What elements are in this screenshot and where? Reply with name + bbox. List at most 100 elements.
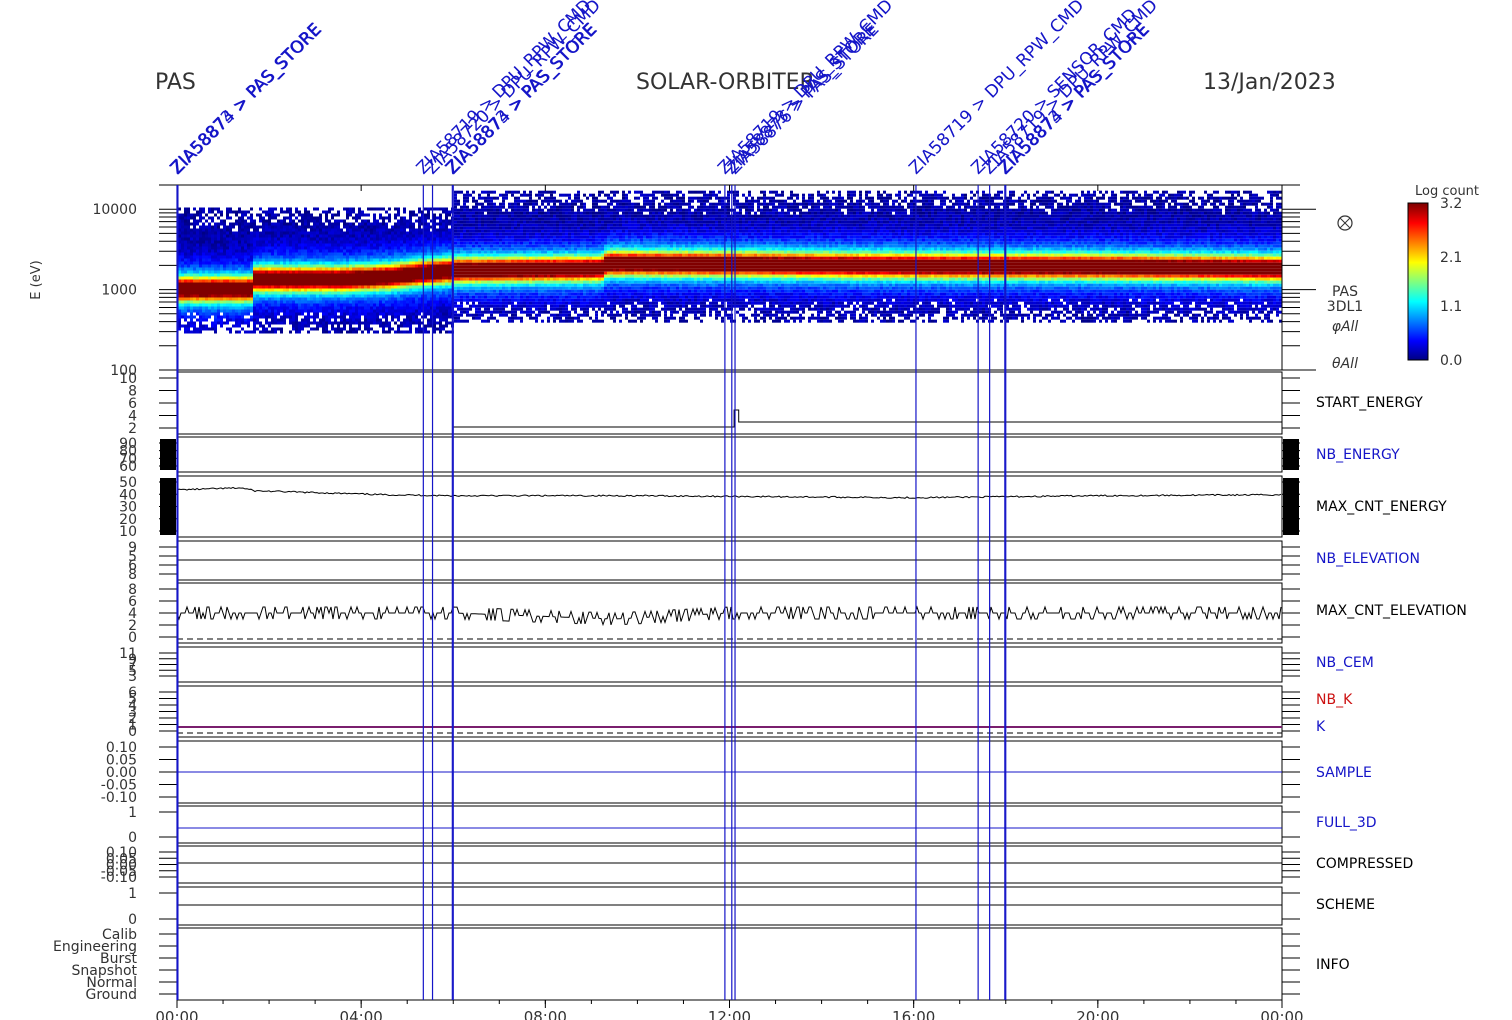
heatmap-cell	[199, 258, 202, 262]
heatmap-cell	[436, 264, 439, 268]
heatmap-cell	[205, 327, 208, 331]
heatmap-cell	[244, 297, 247, 301]
heatmap-cell	[436, 285, 439, 289]
heatmap-cell	[304, 243, 307, 247]
heatmap-cell	[250, 219, 253, 223]
heatmap-cell	[325, 213, 328, 217]
heatmap-cell	[469, 250, 472, 254]
heatmap-cell	[385, 303, 388, 307]
heatmap-cell	[217, 288, 220, 292]
heatmap-cell	[397, 312, 400, 316]
heatmap-cell	[310, 213, 313, 217]
heatmap-cell	[367, 324, 370, 328]
heatmap-cell	[280, 300, 283, 304]
heatmap-cell	[556, 199, 559, 203]
heatmap-cell	[463, 286, 466, 290]
heatmap-cell	[382, 285, 385, 289]
heatmap-cell	[541, 304, 544, 308]
heatmap-cell	[397, 267, 400, 271]
heatmap-cell	[304, 216, 307, 220]
heatmap-cell	[403, 282, 406, 286]
heatmap-cell	[316, 243, 319, 247]
heatmap-cell	[475, 286, 478, 290]
heatmap-cell	[280, 234, 283, 238]
heatmap-cell	[490, 223, 493, 227]
heatmap-cell	[433, 303, 436, 307]
heatmap-cell	[190, 279, 193, 283]
heatmap-cell	[385, 330, 388, 334]
heatmap-cell	[457, 292, 460, 296]
heatmap-cell	[565, 283, 568, 287]
heatmap-cell	[358, 252, 361, 256]
heatmap-cell	[301, 300, 304, 304]
heatmap-cell	[280, 315, 283, 319]
heatmap-cell	[334, 213, 337, 217]
heatmap-cell	[193, 282, 196, 286]
heatmap-cell	[358, 291, 361, 295]
heatmap-cell	[304, 237, 307, 241]
heatmap-cell	[217, 267, 220, 271]
heatmap-cell	[301, 252, 304, 256]
heatmap-cell	[448, 213, 451, 217]
heatmap-cell	[454, 280, 457, 284]
heatmap-cell	[286, 297, 289, 301]
heatmap-cell	[268, 252, 271, 256]
heatmap-cell	[514, 223, 517, 227]
heatmap-cell	[412, 264, 415, 268]
heatmap-cell	[217, 303, 220, 307]
heatmap-cell	[418, 228, 421, 232]
heatmap-cell	[253, 231, 256, 235]
heatmap-cell	[274, 207, 277, 211]
heatmap-cell	[211, 279, 214, 283]
heatmap-cell	[397, 294, 400, 298]
heatmap-cell	[256, 228, 259, 232]
heatmap-cell	[487, 298, 490, 302]
heatmap-cell	[229, 273, 232, 277]
heatmap-cell	[184, 330, 187, 334]
heatmap-cell	[364, 219, 367, 223]
heatmap-cell	[355, 294, 358, 298]
heatmap-cell	[484, 319, 487, 323]
heatmap-cell	[274, 300, 277, 304]
heatmap-cell	[484, 256, 487, 260]
heatmap-cell	[358, 267, 361, 271]
heatmap-cell	[454, 253, 457, 257]
heatmap-cell	[295, 240, 298, 244]
heatmap-cell	[307, 213, 310, 217]
heatmap-cell	[235, 258, 238, 262]
heatmap-cell	[229, 249, 232, 253]
heatmap-cell	[508, 205, 511, 209]
heatmap-cell	[406, 306, 409, 310]
heatmap-cell	[313, 276, 316, 280]
heatmap-cell	[232, 306, 235, 310]
heatmap-cell	[214, 228, 217, 232]
heatmap-cell	[523, 214, 526, 218]
heatmap-cell	[181, 270, 184, 274]
heatmap-cell	[196, 231, 199, 235]
heatmap-cell	[373, 216, 376, 220]
heatmap-cell	[241, 228, 244, 232]
heatmap-cell	[517, 229, 520, 233]
heatmap-cell	[439, 291, 442, 295]
heatmap-cell	[400, 243, 403, 247]
heatmap-cell	[337, 252, 340, 256]
heatmap-cell	[508, 229, 511, 233]
heatmap-cell	[304, 234, 307, 238]
heatmap-cell	[322, 267, 325, 271]
heatmap-cell	[238, 324, 241, 328]
heatmap-cell	[268, 312, 271, 316]
heatmap-cell	[550, 280, 553, 284]
heatmap-cell	[259, 216, 262, 220]
heatmap-cell	[280, 285, 283, 289]
heatmap-cell	[397, 318, 400, 322]
heatmap-cell	[310, 231, 313, 235]
heatmap-cell	[292, 288, 295, 292]
heatmap-cell	[517, 205, 520, 209]
heatmap-cell	[487, 238, 490, 242]
heatmap-cell	[184, 315, 187, 319]
heatmap-cell	[286, 237, 289, 241]
heatmap-cell	[181, 213, 184, 217]
heatmap-cell	[547, 232, 550, 236]
heatmap-cell	[307, 234, 310, 238]
heatmap-cell	[274, 273, 277, 277]
